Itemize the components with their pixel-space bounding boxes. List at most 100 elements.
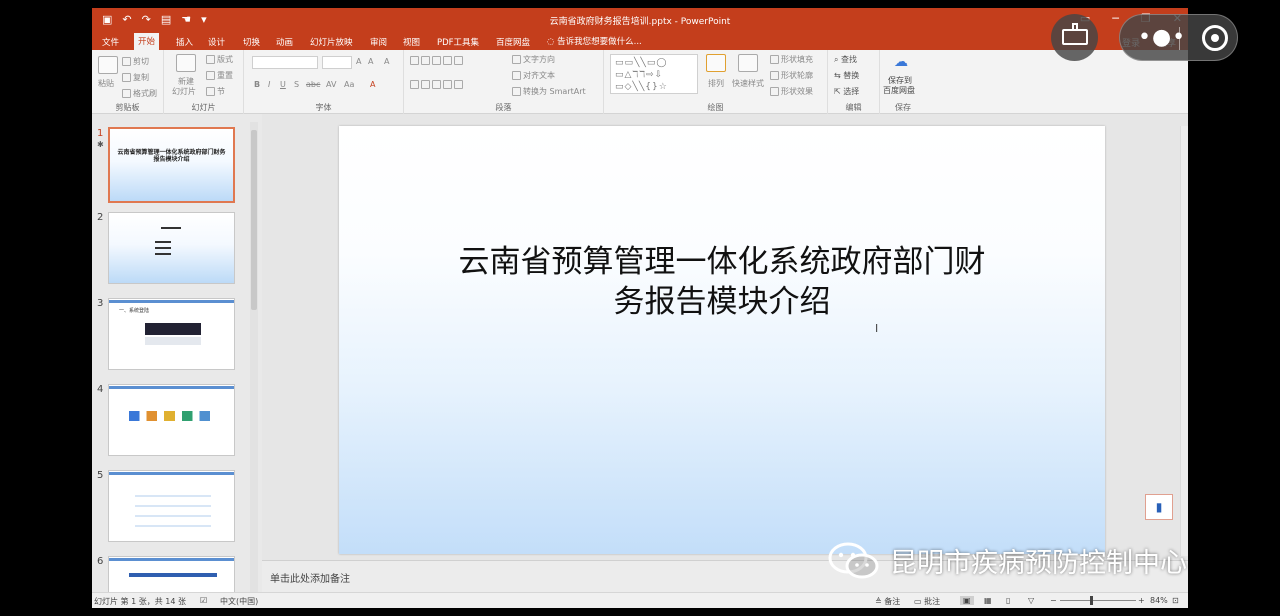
tab-file[interactable]: 文件 xyxy=(98,34,123,50)
find-button[interactable]: ⌕ 查找 xyxy=(834,54,857,65)
paste-button[interactable]: 粘贴 xyxy=(98,78,114,89)
replace-button[interactable]: ⇆ 替换 xyxy=(834,70,859,81)
section-button[interactable]: 节 xyxy=(206,86,225,97)
new-slide-icon[interactable] xyxy=(176,54,196,72)
tab-slideshow[interactable]: 幻灯片放映 xyxy=(306,34,357,50)
tab-baidu[interactable]: 百度网盘 xyxy=(492,34,534,50)
bullets-icon xyxy=(410,56,419,65)
slides-group: 新建 幻灯片 版式 重置 节 幻灯片 xyxy=(164,50,244,114)
current-slide[interactable]: 云南省预算管理一体化系统政府部门财 务报告模块介绍 I xyxy=(339,126,1105,554)
arrange-button[interactable]: 排列 xyxy=(708,78,724,89)
thumbnails-scrollbar[interactable] xyxy=(250,122,258,592)
shape-outline-button[interactable]: 形状轮廓 xyxy=(770,70,813,81)
minimize-icon[interactable]: ─ xyxy=(1112,12,1119,25)
layout-button[interactable]: 版式 xyxy=(206,54,233,65)
format-painter-button[interactable]: 格式刷 xyxy=(122,88,157,99)
text-direction-button[interactable]: 文字方向 xyxy=(512,54,555,65)
tab-review[interactable]: 审阅 xyxy=(366,34,391,50)
slide-sorter-icon[interactable]: ▦ xyxy=(984,596,992,605)
reset-button[interactable]: 重置 xyxy=(206,70,233,81)
outdent-icon xyxy=(443,56,452,65)
bold-button[interactable]: B xyxy=(254,80,260,89)
italic-button[interactable]: I xyxy=(268,80,270,89)
save-group: ☁ 保存到 百度网盘 保存 xyxy=(880,50,926,114)
slide-thumb-1[interactable]: 云南省预算管理一体化系统政府部门财务报告模块介绍 xyxy=(108,127,235,203)
cut-button[interactable]: 剪切 xyxy=(122,56,149,67)
editor-scrollbar[interactable] xyxy=(1180,126,1188,556)
tab-design[interactable]: 设计 xyxy=(204,34,229,50)
scrollbar-thumb[interactable] xyxy=(251,130,257,310)
tab-pdf-tools[interactable]: PDF工具集 xyxy=(433,34,483,50)
paste-icon[interactable] xyxy=(98,56,118,74)
tab-home[interactable]: 开始 xyxy=(134,33,160,50)
underline-button[interactable]: U xyxy=(280,80,286,89)
mini-program-capsule: •●• xyxy=(1119,14,1238,61)
watermark-text: 昆明市疾病预防控制中心 xyxy=(890,547,1187,579)
shrink-font-button[interactable]: A xyxy=(368,57,373,66)
strikethrough-button[interactable]: abc xyxy=(306,80,320,89)
bookmark-icon[interactable]: ▮ xyxy=(1145,494,1173,520)
normal-view-icon[interactable]: ▣ xyxy=(960,596,974,605)
grow-font-button[interactable]: A xyxy=(356,57,361,66)
select-icon: ⇱ xyxy=(834,87,844,96)
ribbon-tabs: 文件 开始 插入 设计 切换 动画 幻灯片放映 审阅 视图 PDF工具集 百度网… xyxy=(92,32,1188,50)
thumb-number: 1 xyxy=(97,128,104,139)
baidu-netdisk-button[interactable]: 百度网盘 xyxy=(883,85,915,96)
select-button[interactable]: ⇱ 选择 xyxy=(834,86,859,97)
wechat-icon xyxy=(828,542,879,579)
shadow-button[interactable]: S xyxy=(294,80,299,89)
save-label: 保存 xyxy=(895,103,911,112)
bullets-button[interactable] xyxy=(410,56,465,65)
zoom-in-icon[interactable]: + xyxy=(1138,596,1145,605)
spellcheck-icon[interactable]: ☑ xyxy=(200,596,207,605)
quick-styles-icon[interactable] xyxy=(738,54,758,72)
zoom-out-icon[interactable]: − xyxy=(1050,596,1057,605)
clear-format-button[interactable]: A xyxy=(384,57,389,66)
align-center-icon xyxy=(421,80,430,89)
align-text-button[interactable]: 对齐文本 xyxy=(512,70,555,81)
zoom-level[interactable]: 84% xyxy=(1150,596,1168,605)
shapes-gallery[interactable]: ▭▭╲╲▭◯ ▭△ℸℸ⇨⇩ ▭◇╲╲{}☆ xyxy=(610,54,698,94)
slide-thumb-5[interactable] xyxy=(108,470,235,542)
align-buttons[interactable] xyxy=(410,80,465,89)
notes-toggle[interactable]: ≜ 备注 xyxy=(875,596,900,607)
indent-icon xyxy=(432,56,441,65)
char-spacing-button[interactable]: AV xyxy=(326,80,336,89)
reading-view-icon[interactable]: ▯ xyxy=(1006,596,1010,605)
target-icon[interactable] xyxy=(1202,25,1228,51)
font-color-button[interactable]: A xyxy=(370,80,375,89)
copy-button[interactable]: 复制 xyxy=(122,72,149,83)
slide-thumb-3[interactable]: 一、系统登陆 xyxy=(108,298,235,370)
shape-fill-button[interactable]: 形状填充 xyxy=(770,54,813,65)
tab-transitions[interactable]: 切换 xyxy=(239,34,264,50)
quick-styles-button[interactable]: 快速样式 xyxy=(732,78,764,89)
font-family-select[interactable] xyxy=(252,56,318,69)
tab-insert[interactable]: 插入 xyxy=(172,34,197,50)
slide-thumb-2[interactable] xyxy=(108,212,235,284)
font-size-select[interactable] xyxy=(322,56,352,69)
tell-me-search[interactable]: ◌ 告诉我您想要做什么... xyxy=(547,35,642,47)
comments-toggle[interactable]: ▭ 批注 xyxy=(914,596,940,607)
brush-icon xyxy=(122,89,131,98)
slide-thumb-4[interactable] xyxy=(108,384,235,456)
status-bar: 幻灯片 第 1 张，共 14 张 ☑ 中文(中国) ≜ 备注 ▭ 批注 ▣ ▦ … xyxy=(92,592,1188,608)
tab-animations[interactable]: 动画 xyxy=(272,34,297,50)
tab-view[interactable]: 视图 xyxy=(399,34,424,50)
thumb-screenshot xyxy=(145,337,201,345)
zoom-slider[interactable] xyxy=(1060,600,1136,601)
window-title: 云南省政府财务报告培训.pptx - PowerPoint xyxy=(549,17,731,27)
change-case-button[interactable]: Aa xyxy=(344,80,354,89)
convert-smartart-button[interactable]: 转换为 SmartArt xyxy=(512,86,586,97)
baidu-cloud-icon[interactable]: ☁ xyxy=(894,54,908,70)
shape-effects-button[interactable]: 形状效果 xyxy=(770,86,813,97)
slideshow-view-icon[interactable]: ▽ xyxy=(1028,596,1034,605)
arrange-icon[interactable] xyxy=(706,54,726,72)
language-status[interactable]: 中文(中国) xyxy=(220,596,258,607)
new-slide-dropdown[interactable]: 幻灯片 xyxy=(172,86,196,97)
fit-slide-icon[interactable]: ⊡ xyxy=(1172,596,1179,605)
screen-cast-button[interactable] xyxy=(1051,14,1098,61)
zoom-slider-knob[interactable] xyxy=(1090,596,1093,605)
slide-title[interactable]: 云南省预算管理一体化系统政府部门财 务报告模块介绍 xyxy=(399,242,1045,322)
font-label: 字体 xyxy=(315,103,332,112)
text-direction-icon xyxy=(512,55,521,64)
